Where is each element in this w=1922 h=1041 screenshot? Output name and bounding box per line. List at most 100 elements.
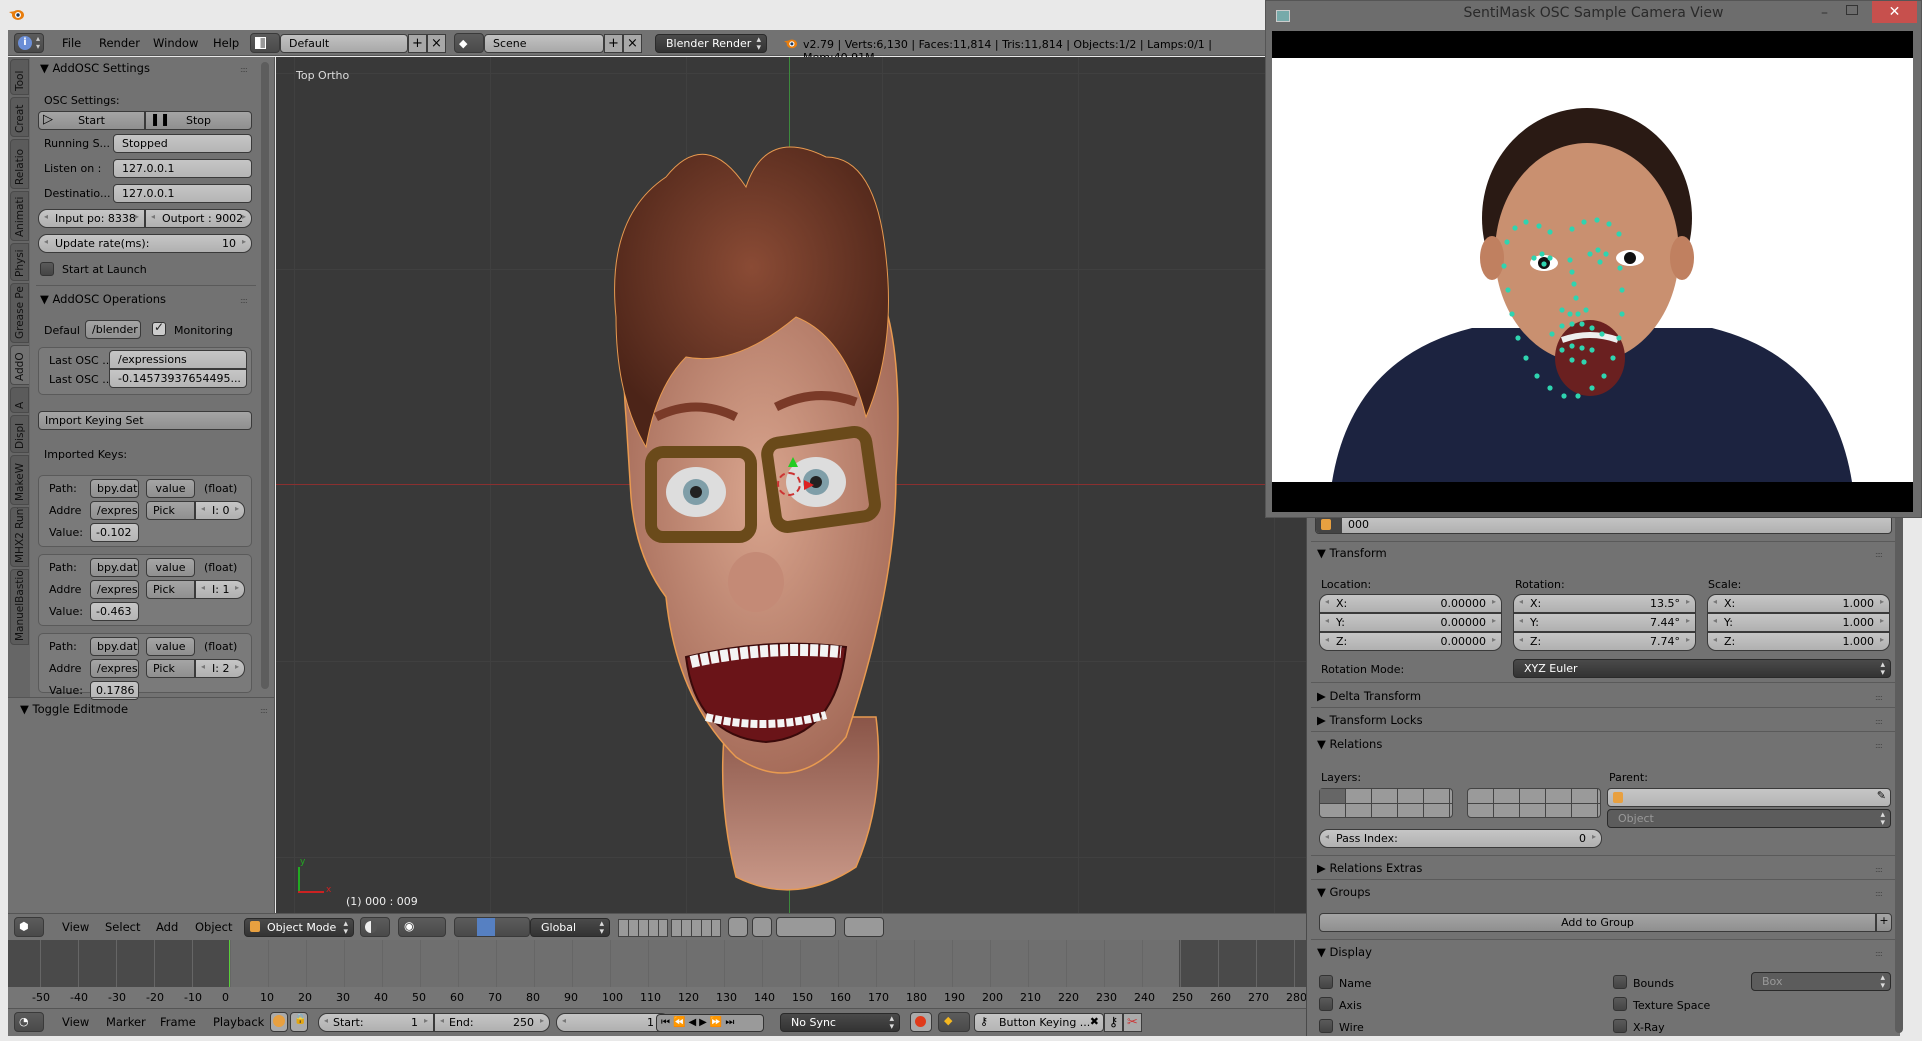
panel-grip-icon[interactable]: ::::: [260, 706, 268, 715]
update-rate-field[interactable]: ◂ Update rate(ms): 10 ▸: [38, 234, 252, 253]
pick-button[interactable]: Pick: [146, 659, 195, 678]
menu-object[interactable]: Object: [195, 920, 232, 934]
menu-select[interactable]: Select: [105, 920, 140, 934]
x-manipulator-arrow[interactable]: [804, 480, 814, 490]
start-button[interactable]: ▷ Start: [38, 111, 145, 130]
rotation-mode-select[interactable]: XYZ Euler ▴ ▾: [1513, 659, 1891, 678]
3d-viewport[interactable]: Top Ortho y x (1) 000 : 009: [276, 57, 1306, 913]
pick-button[interactable]: Pick: [146, 580, 195, 599]
sync-mode-select[interactable]: No Sync ▴ ▾: [780, 1013, 900, 1032]
mode-select[interactable]: Object Mode ▴ ▾: [244, 918, 354, 937]
display-wire-checkbox[interactable]: [1319, 1019, 1333, 1033]
add-scene-button[interactable]: +: [604, 34, 623, 53]
jump-end-icon[interactable]: ⏭: [725, 1017, 737, 1028]
panel-grip-icon[interactable]: ::::: [1875, 693, 1883, 702]
character-head-model[interactable]: [596, 117, 926, 897]
editor-type-button[interactable]: ⬢: [14, 917, 44, 937]
address-field[interactable]: /expres: [90, 659, 139, 678]
menu-add[interactable]: Add: [156, 920, 178, 934]
tool-tab-manuelbastioni[interactable]: ManuelBastioni: [10, 569, 29, 645]
add-to-group-button[interactable]: Add to Group: [1319, 913, 1876, 932]
screen-layout-icon-button[interactable]: [250, 33, 280, 53]
stop-button[interactable]: ❚❚ Stop: [145, 111, 252, 130]
close-button[interactable]: ✕: [1872, 1, 1917, 23]
panel-grip-icon[interactable]: ::::: [240, 296, 248, 305]
menu-window[interactable]: Window: [153, 36, 198, 50]
location-z-field[interactable]: ◂ Z: 0.00000 ▸: [1319, 632, 1502, 651]
end-frame-field[interactable]: ◂ End: 250 ▸: [434, 1013, 550, 1032]
input-port-field[interactable]: ◂ Input po: 8338 ▸: [38, 209, 145, 228]
location-y-field[interactable]: ◂ Y: 0.00000 ▸: [1319, 613, 1502, 632]
play-reverse-icon[interactable]: ◀: [688, 1017, 699, 1028]
add-group-plus-button[interactable]: +: [1876, 913, 1892, 932]
editor-type-button[interactable]: i ▴ ▾: [14, 33, 44, 53]
last-osc-value-field[interactable]: -0.14573937654495...: [109, 369, 247, 388]
index-field[interactable]: ◂ I: 2 ▸: [195, 659, 245, 678]
display-bounds-checkbox[interactable]: [1613, 975, 1627, 989]
transform-orientation-select[interactable]: Global ▴ ▾: [530, 918, 610, 937]
pick-button[interactable]: Pick: [146, 501, 195, 520]
tool-tab-addo[interactable]: AddO: [10, 345, 29, 385]
menu-view[interactable]: View: [62, 920, 89, 934]
address-field[interactable]: /expres: [90, 501, 139, 520]
last-osc-address-field[interactable]: /expressions: [109, 350, 247, 369]
property-field[interactable]: value: [146, 479, 195, 498]
layer-buttons-1[interactable]: [618, 919, 668, 937]
location-x-field[interactable]: ◂ X: 0.00000 ▸: [1319, 594, 1502, 613]
lock-camera-layers-button[interactable]: [728, 917, 748, 937]
eyedropper-icon[interactable]: ✎: [1877, 789, 1886, 802]
render-engine-select[interactable]: Blender Render ▴ ▾: [655, 34, 767, 53]
tool-shelf-scrollbar[interactable]: [261, 62, 269, 689]
tool-tab-mhx2-runti[interactable]: MHX2 Runti: [10, 507, 29, 567]
destination-field[interactable]: 127.0.0.1: [113, 184, 252, 203]
menu-playback[interactable]: Playback: [213, 1015, 264, 1029]
transform-panel-header[interactable]: ▼ Transform: [1317, 546, 1387, 560]
tool-tab-physi[interactable]: Physi: [10, 243, 29, 281]
tool-tab-a[interactable]: A: [10, 387, 29, 413]
path-field[interactable]: bpy.dat: [90, 637, 139, 656]
index-field[interactable]: ◂ I: 0 ▸: [195, 501, 245, 520]
properties-scrollbar[interactable]: [1895, 513, 1903, 1033]
menu-help[interactable]: Help: [213, 36, 239, 50]
playback-controls[interactable]: ⏮⏪◀▶⏩⏭: [656, 1014, 764, 1032]
menu-render[interactable]: Render: [99, 36, 140, 50]
y-manipulator-arrow[interactable]: [788, 457, 798, 467]
play-icon[interactable]: ▶: [699, 1017, 710, 1028]
tool-tab-displ[interactable]: Displ: [10, 415, 29, 453]
screen-layout-field[interactable]: Default: [280, 34, 408, 53]
tool-tab-makew[interactable]: MakeW: [10, 455, 29, 505]
parent-field[interactable]: ✎: [1607, 788, 1891, 807]
render-buttons[interactable]: [844, 917, 884, 937]
3d-cursor[interactable]: [777, 472, 801, 496]
keying-mode-select[interactable]: ◆: [938, 1012, 970, 1032]
delete-screen-button[interactable]: ×: [427, 34, 446, 53]
property-field[interactable]: value: [146, 637, 195, 656]
preview-range-button[interactable]: [270, 1012, 288, 1032]
display-axis-checkbox[interactable]: [1319, 997, 1333, 1011]
path-field[interactable]: bpy.dat: [90, 558, 139, 577]
display-x-ray-checkbox[interactable]: [1613, 1019, 1627, 1033]
menu-marker[interactable]: Marker: [106, 1015, 146, 1029]
menu-view[interactable]: View: [62, 1015, 89, 1029]
panel-grip-icon[interactable]: ::::: [1875, 949, 1883, 958]
monitoring-checkbox[interactable]: ✓: [152, 320, 166, 336]
delete-scene-button[interactable]: ×: [623, 34, 642, 53]
scale-z-field[interactable]: ◂ Z: 1.000 ▸: [1707, 632, 1890, 651]
scale-y-field[interactable]: ◂ Y: 1.000 ▸: [1707, 613, 1890, 632]
menu-file[interactable]: File: [62, 36, 81, 50]
delta-transform-header[interactable]: ▶ Delta Transform: [1317, 689, 1421, 703]
insert-keyframe-button[interactable]: ⚷: [1104, 1013, 1123, 1032]
snap-buttons[interactable]: [776, 917, 836, 937]
viewport-shading-button[interactable]: [360, 917, 390, 937]
lock-range-button[interactable]: 🔒: [290, 1012, 308, 1032]
manipulator-buttons[interactable]: [454, 917, 530, 937]
transform-locks-header[interactable]: ▶ Transform Locks: [1317, 713, 1423, 727]
toggle-editmode-header[interactable]: ▼ Toggle Editmode: [20, 702, 128, 716]
layers-grid-2[interactable]: [1467, 788, 1601, 818]
relations-extras-header[interactable]: ▶ Relations Extras: [1317, 861, 1422, 875]
minimize-button[interactable]: –: [1821, 5, 1828, 21]
panel-grip-icon[interactable]: ::::: [1875, 741, 1883, 750]
rotation-x-field[interactable]: ◂ X: 13.5° ▸: [1513, 594, 1696, 613]
panel-grip-icon[interactable]: ::::: [1875, 865, 1883, 874]
timeline-ruler[interactable]: -50 -40 -30 -20 -10 0 10 20 30 40 50 60 70 80 90 100 110…: [8, 940, 1307, 1008]
